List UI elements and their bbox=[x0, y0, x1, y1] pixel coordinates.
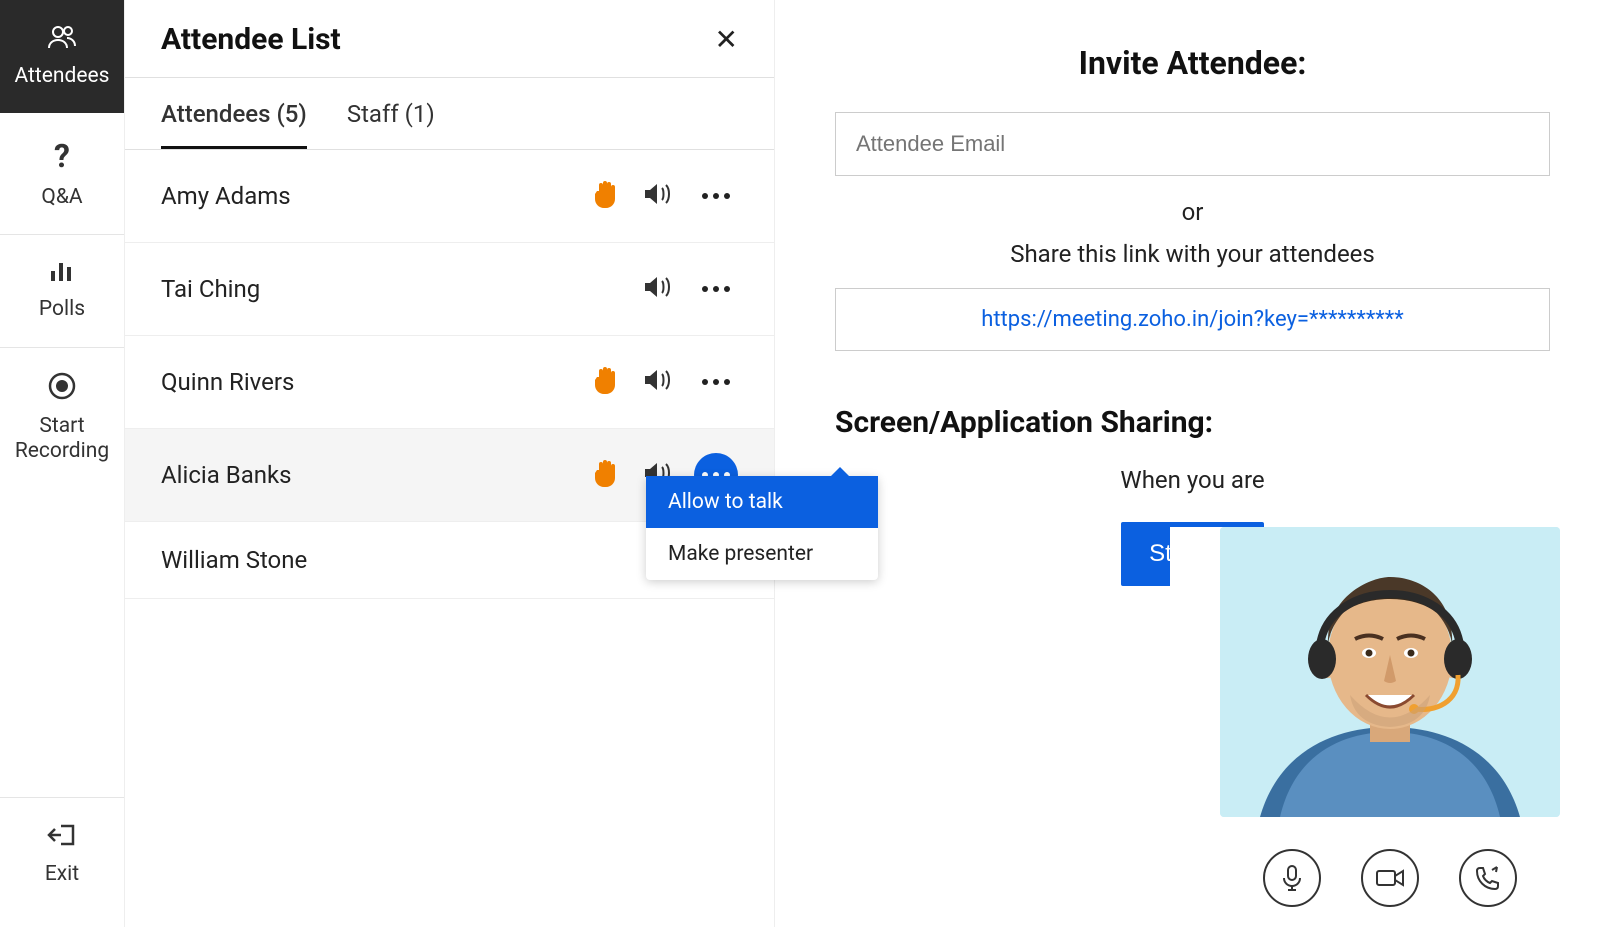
tab-staff[interactable]: Staff (1) bbox=[347, 78, 435, 149]
attendee-name: Quinn Rivers bbox=[161, 368, 594, 396]
bar-chart-icon bbox=[49, 259, 75, 287]
mic-icon bbox=[1280, 864, 1304, 892]
attendee-row: Quinn Rivers bbox=[125, 336, 774, 429]
sidebar-label: Q&A bbox=[41, 185, 82, 210]
record-icon bbox=[48, 372, 76, 404]
exit-icon bbox=[47, 822, 77, 852]
question-icon: ? bbox=[54, 137, 70, 175]
camera-icon bbox=[1375, 867, 1405, 889]
camera-button[interactable] bbox=[1361, 849, 1419, 907]
sidebar-item-exit[interactable]: Exit bbox=[0, 797, 124, 927]
attendee-name: Alicia Banks bbox=[161, 461, 594, 489]
speaker-icon[interactable] bbox=[642, 274, 672, 304]
sidebar-label: Attendees bbox=[15, 64, 110, 89]
panel-header: Attendee List ✕ bbox=[125, 0, 774, 78]
speaker-icon[interactable] bbox=[642, 181, 672, 211]
attendee-panel: Attendee List ✕ Attendees (5) Staff (1) … bbox=[125, 0, 775, 927]
right-pane: Invite Attendee: or Share this link with… bbox=[775, 0, 1610, 927]
attendee-name: Amy Adams bbox=[161, 182, 594, 210]
sidebar-item-qa[interactable]: ? Q&A bbox=[0, 113, 124, 235]
speaker-icon[interactable] bbox=[642, 367, 672, 397]
tabs: Attendees (5) Staff (1) bbox=[125, 78, 774, 150]
sidebar-item-polls[interactable]: Polls bbox=[0, 235, 124, 347]
sidebar-item-recording[interactable]: Start Recording bbox=[0, 348, 124, 488]
raised-hand-icon bbox=[594, 179, 620, 213]
share-link[interactable]: https://meeting.zoho.in/join?key=*******… bbox=[981, 307, 1404, 332]
invite-title: Invite Attendee: bbox=[835, 44, 1550, 82]
attendee-name: Tai Ching bbox=[161, 275, 594, 303]
mic-button[interactable] bbox=[1263, 849, 1321, 907]
more-button[interactable] bbox=[694, 360, 738, 404]
panel-title: Attendee List bbox=[161, 22, 341, 57]
phone-icon bbox=[1475, 865, 1501, 891]
menu-allow-talk[interactable]: Allow to talk bbox=[646, 476, 878, 528]
presenter-avatar-icon bbox=[1220, 527, 1560, 817]
raised-hand-icon bbox=[594, 365, 620, 399]
tab-attendees[interactable]: Attendees (5) bbox=[161, 78, 307, 149]
more-button[interactable] bbox=[694, 267, 738, 311]
sharing-desc: When you are bbox=[835, 466, 1550, 494]
video-overlay bbox=[1170, 527, 1610, 927]
sidebar-item-attendees[interactable]: Attendees bbox=[0, 0, 124, 113]
presenter-video bbox=[1220, 527, 1560, 817]
sharing-title: Screen/Application Sharing: bbox=[835, 405, 1550, 440]
sidebar: Attendees ? Q&A Polls Start Recording Ex… bbox=[0, 0, 125, 927]
people-icon bbox=[46, 24, 78, 54]
context-menu: Allow to talk Make presenter bbox=[646, 476, 878, 580]
sidebar-label: Polls bbox=[39, 297, 85, 322]
sidebar-label: Exit bbox=[45, 862, 79, 887]
share-link-box: https://meeting.zoho.in/join?key=*******… bbox=[835, 288, 1550, 351]
more-button[interactable] bbox=[694, 174, 738, 218]
attendee-row: Tai Ching bbox=[125, 243, 774, 336]
sidebar-label: Start Recording bbox=[15, 414, 109, 464]
menu-make-presenter[interactable]: Make presenter bbox=[646, 528, 878, 580]
call-button[interactable] bbox=[1459, 849, 1517, 907]
attendee-row: Amy Adams bbox=[125, 150, 774, 243]
or-text: or bbox=[835, 198, 1550, 226]
close-icon[interactable]: ✕ bbox=[715, 26, 738, 54]
video-controls bbox=[1170, 837, 1610, 927]
raised-hand-icon bbox=[594, 458, 620, 492]
share-link-label: Share this link with your attendees bbox=[835, 240, 1550, 268]
email-input[interactable] bbox=[835, 112, 1550, 176]
